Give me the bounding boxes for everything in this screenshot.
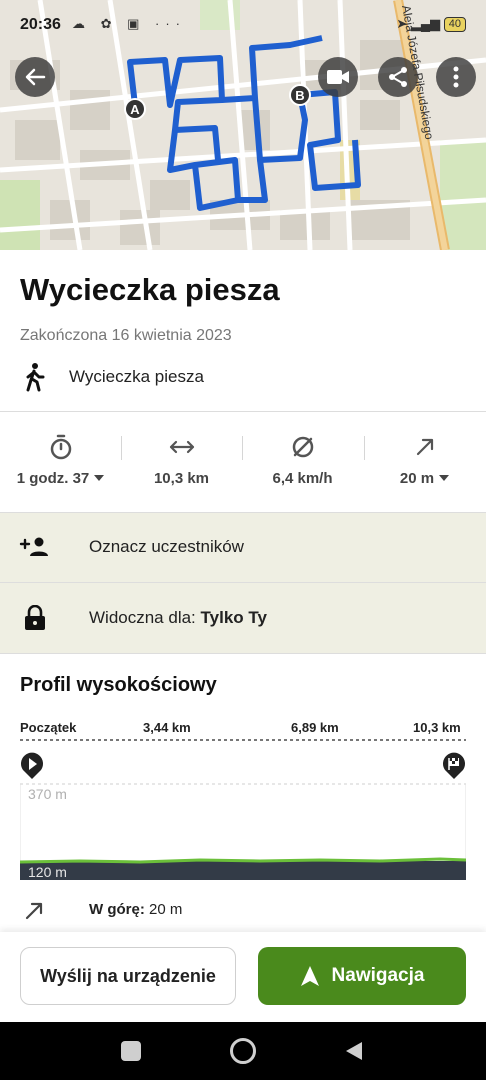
send-to-device-button[interactable]: Wyślij na urządzenie [20,947,236,1005]
home-icon[interactable] [230,1038,256,1064]
stat-distance-value: 10,3 km [153,470,210,487]
divider [0,653,486,654]
average-speed-icon [242,432,363,462]
start-flag-icon [20,752,44,785]
signal-icon: ▂▄▆ [410,16,441,31]
visibility-label: Widoczna dla: Tylko Ty [89,608,267,628]
stopwatch-icon [0,432,121,462]
more-button[interactable] [436,57,476,97]
profile-tick-label: 10,3 km [413,720,461,735]
activity-type-label: Wycieczka piesza [69,367,204,386]
navigate-button-label: Nawigacja [331,965,425,986]
stat-elevation-value: 20 m [399,470,435,487]
route-map[interactable]: Aleja Józefa Piłsudskiego A B 20:36 ☁ ✿ … [0,0,486,250]
chevron-down-icon [439,475,450,481]
elevation-max-label: 370 m [28,786,67,802]
share-button[interactable] [378,57,418,97]
back-nav-icon[interactable] [345,1041,363,1066]
total-ascent-value: 20 m [149,901,183,918]
total-ascent-label: W górę: [89,901,145,918]
marker-b-label: B [295,88,304,103]
chevron-down-icon [94,475,105,481]
navigate-button[interactable]: Nawigacja [258,947,466,1005]
elevation-chart [20,783,466,880]
more-icon [453,66,459,88]
distance-icon [121,432,242,462]
visibility-prefix: Widoczna dla: [89,608,196,627]
status-notification-icons: ☁ ✿ ▣ ··· [72,16,186,31]
back-icon [25,68,46,86]
stat-duration[interactable]: 1 godz. 37 [0,470,121,487]
lock-icon [24,604,46,636]
completion-date: Zakończona 16 kwietnia 2023 [20,327,232,344]
share-icon [389,67,407,87]
status-time: 20:36 [20,16,61,33]
system-navigation-bar [0,1022,486,1080]
profile-tick-label: 3,44 km [143,720,191,735]
stat-speed: 6,4 km/h [242,470,363,487]
divider [0,411,486,412]
stat-distance: 10,3 km [121,470,242,487]
location-icon: ➤ [396,16,408,31]
visibility-value: Tylko Ty [200,608,267,627]
navigation-arrow-icon [300,966,319,986]
status-bar: 20:36 ☁ ✿ ▣ ··· ➤ ▂▄▆ 40 [0,0,486,48]
stat-duration-value: 1 godz. 37 [16,470,90,487]
profile-axis [20,739,466,741]
status-right-icons: ➤ ▂▄▆ 40 [396,16,466,33]
battery-icon: 40 [443,17,466,33]
marker-a-label: A [130,102,140,117]
visibility-row[interactable]: Widoczna dla: Tylko Ty [0,583,486,653]
elevation-min-label: 120 m [28,864,67,880]
recent-apps-icon[interactable] [121,1041,141,1061]
hiker-icon [22,362,48,397]
stat-speed-value: 6,4 km/h [272,470,333,487]
total-ascent: W górę: 20 m [89,901,182,918]
elevation-profile-title: Profil wysokościowy [20,674,217,696]
tag-participants-row[interactable]: Oznacz uczestników [0,512,486,582]
page-title: Wycieczka piesza [20,272,280,307]
finish-flag-icon [442,752,466,785]
video-button[interactable] [318,57,358,97]
profile-tick-label: 6,89 km [291,720,339,735]
elevation-line [20,857,466,864]
tag-participants-label: Oznacz uczestników [89,537,244,556]
ascent-arrow-icon [364,432,485,462]
video-icon [327,70,349,84]
ascent-arrow-icon [24,901,44,926]
add-person-icon [19,537,51,562]
stat-elevation[interactable]: 20 m [364,470,485,487]
profile-tick-label: Początek [20,720,77,735]
back-button[interactable] [15,57,55,97]
